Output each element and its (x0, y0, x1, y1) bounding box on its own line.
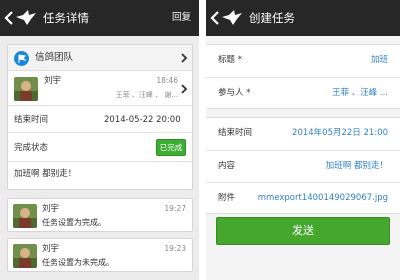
list-item: 刘宇 19:23 任务设置为未完成。 (7, 238, 193, 272)
comment-author: 刘宇 (42, 244, 60, 254)
avatar (14, 77, 38, 101)
team-name: 信鸽团队 (35, 52, 74, 63)
end-time-value: 2014-05-22 20:00 (104, 115, 181, 125)
end-time-label: 结束时间 (14, 115, 49, 125)
completed-button[interactable]: 已完成 (156, 139, 186, 156)
comment-time: 19:23 (164, 244, 186, 253)
end-time-label: 结束时间 (218, 128, 253, 138)
list-item: 刘宇 19:27 任务设置为完成。 (7, 198, 193, 232)
title-label: 标题 * (218, 55, 242, 65)
page-title: 创建任务 (249, 11, 295, 25)
participants-row[interactable]: 参与人 * 王菲 、汪峰 ... (206, 77, 400, 109)
comment-text: 任务设置为完成。 (42, 218, 106, 227)
attachment-value[interactable]: mmexport1400149029067.jpg (258, 193, 388, 204)
title-row[interactable]: 标题 * 加班 (206, 45, 400, 77)
end-time-row: 结束时间 2014-05-22 20:00 (8, 107, 192, 133)
reply-button[interactable]: 回复 (172, 11, 191, 25)
status-label: 完成状态 (14, 143, 49, 153)
top-bar: 创建任务 (206, 0, 400, 36)
content-row[interactable]: 内容 加班啊 都别走！ (206, 150, 400, 182)
attachment-row[interactable]: 附件 mmexport1400149029067.jpg (206, 182, 400, 214)
page-title: 任务详情 (43, 11, 89, 25)
participants-text: 王菲 、汪峰 、 谢... (115, 91, 178, 99)
status-row: 完成状态 已完成 (8, 134, 192, 162)
title-value[interactable]: 加班 (371, 55, 388, 66)
owner-time: 18:46 (156, 76, 178, 85)
content-value[interactable]: 加班啊 都别走！ (326, 161, 388, 172)
participants-label: 参与人 * (218, 88, 251, 98)
task-card: 信鸽团队 刘宇 18:46 王菲 、汪峰 、 谢... 结束时间 2014-05… (7, 44, 193, 190)
content-label: 内容 (218, 161, 236, 171)
chevron-right-icon (181, 53, 188, 63)
create-task-screen: 创建任务 标题 * 加班 参与人 * 王菲 、汪峰 ... 结束时间 2014年… (206, 0, 400, 280)
comment-author: 刘宇 (42, 204, 60, 214)
top-bar: 任务详情 回复 (0, 0, 199, 36)
optional-fields-group: 结束时间 2014年05月22日 21:00 内容 加班啊 都别走！ 附件 mm… (206, 117, 400, 214)
end-time-row[interactable]: 结束时间 2014年05月22日 21:00 (206, 118, 400, 150)
attachment-label: 附件 (218, 193, 236, 203)
avatar (13, 244, 37, 268)
required-fields-group: 标题 * 加班 参与人 * 王菲 、汪峰 ... (206, 44, 400, 109)
task-content: 加班啊 都别走！ (14, 169, 77, 179)
send-button[interactable]: 发送 (216, 217, 390, 245)
comment-time: 19:27 (164, 204, 186, 213)
flag-icon (14, 51, 29, 66)
participants-value[interactable]: 王菲 、汪峰 ... (332, 88, 388, 99)
avatar (13, 204, 37, 228)
end-time-value[interactable]: 2014年05月22日 21:00 (292, 128, 388, 139)
comment-text: 任务设置为未完成。 (42, 258, 114, 267)
owner-name: 刘宇 (44, 76, 62, 86)
task-detail-screen: 任务详情 回复 信鸽团队 刘宇 18:46 王菲 、汪峰 、 谢... 结束时间… (0, 0, 199, 280)
pigeon-logo-icon (222, 10, 242, 25)
team-row[interactable]: 信鸽团队 (8, 45, 192, 71)
owner-row[interactable]: 刘宇 18:46 王菲 、汪峰 、 谢... (8, 72, 192, 106)
pigeon-logo-icon (16, 10, 36, 25)
chevron-right-icon (181, 84, 188, 94)
